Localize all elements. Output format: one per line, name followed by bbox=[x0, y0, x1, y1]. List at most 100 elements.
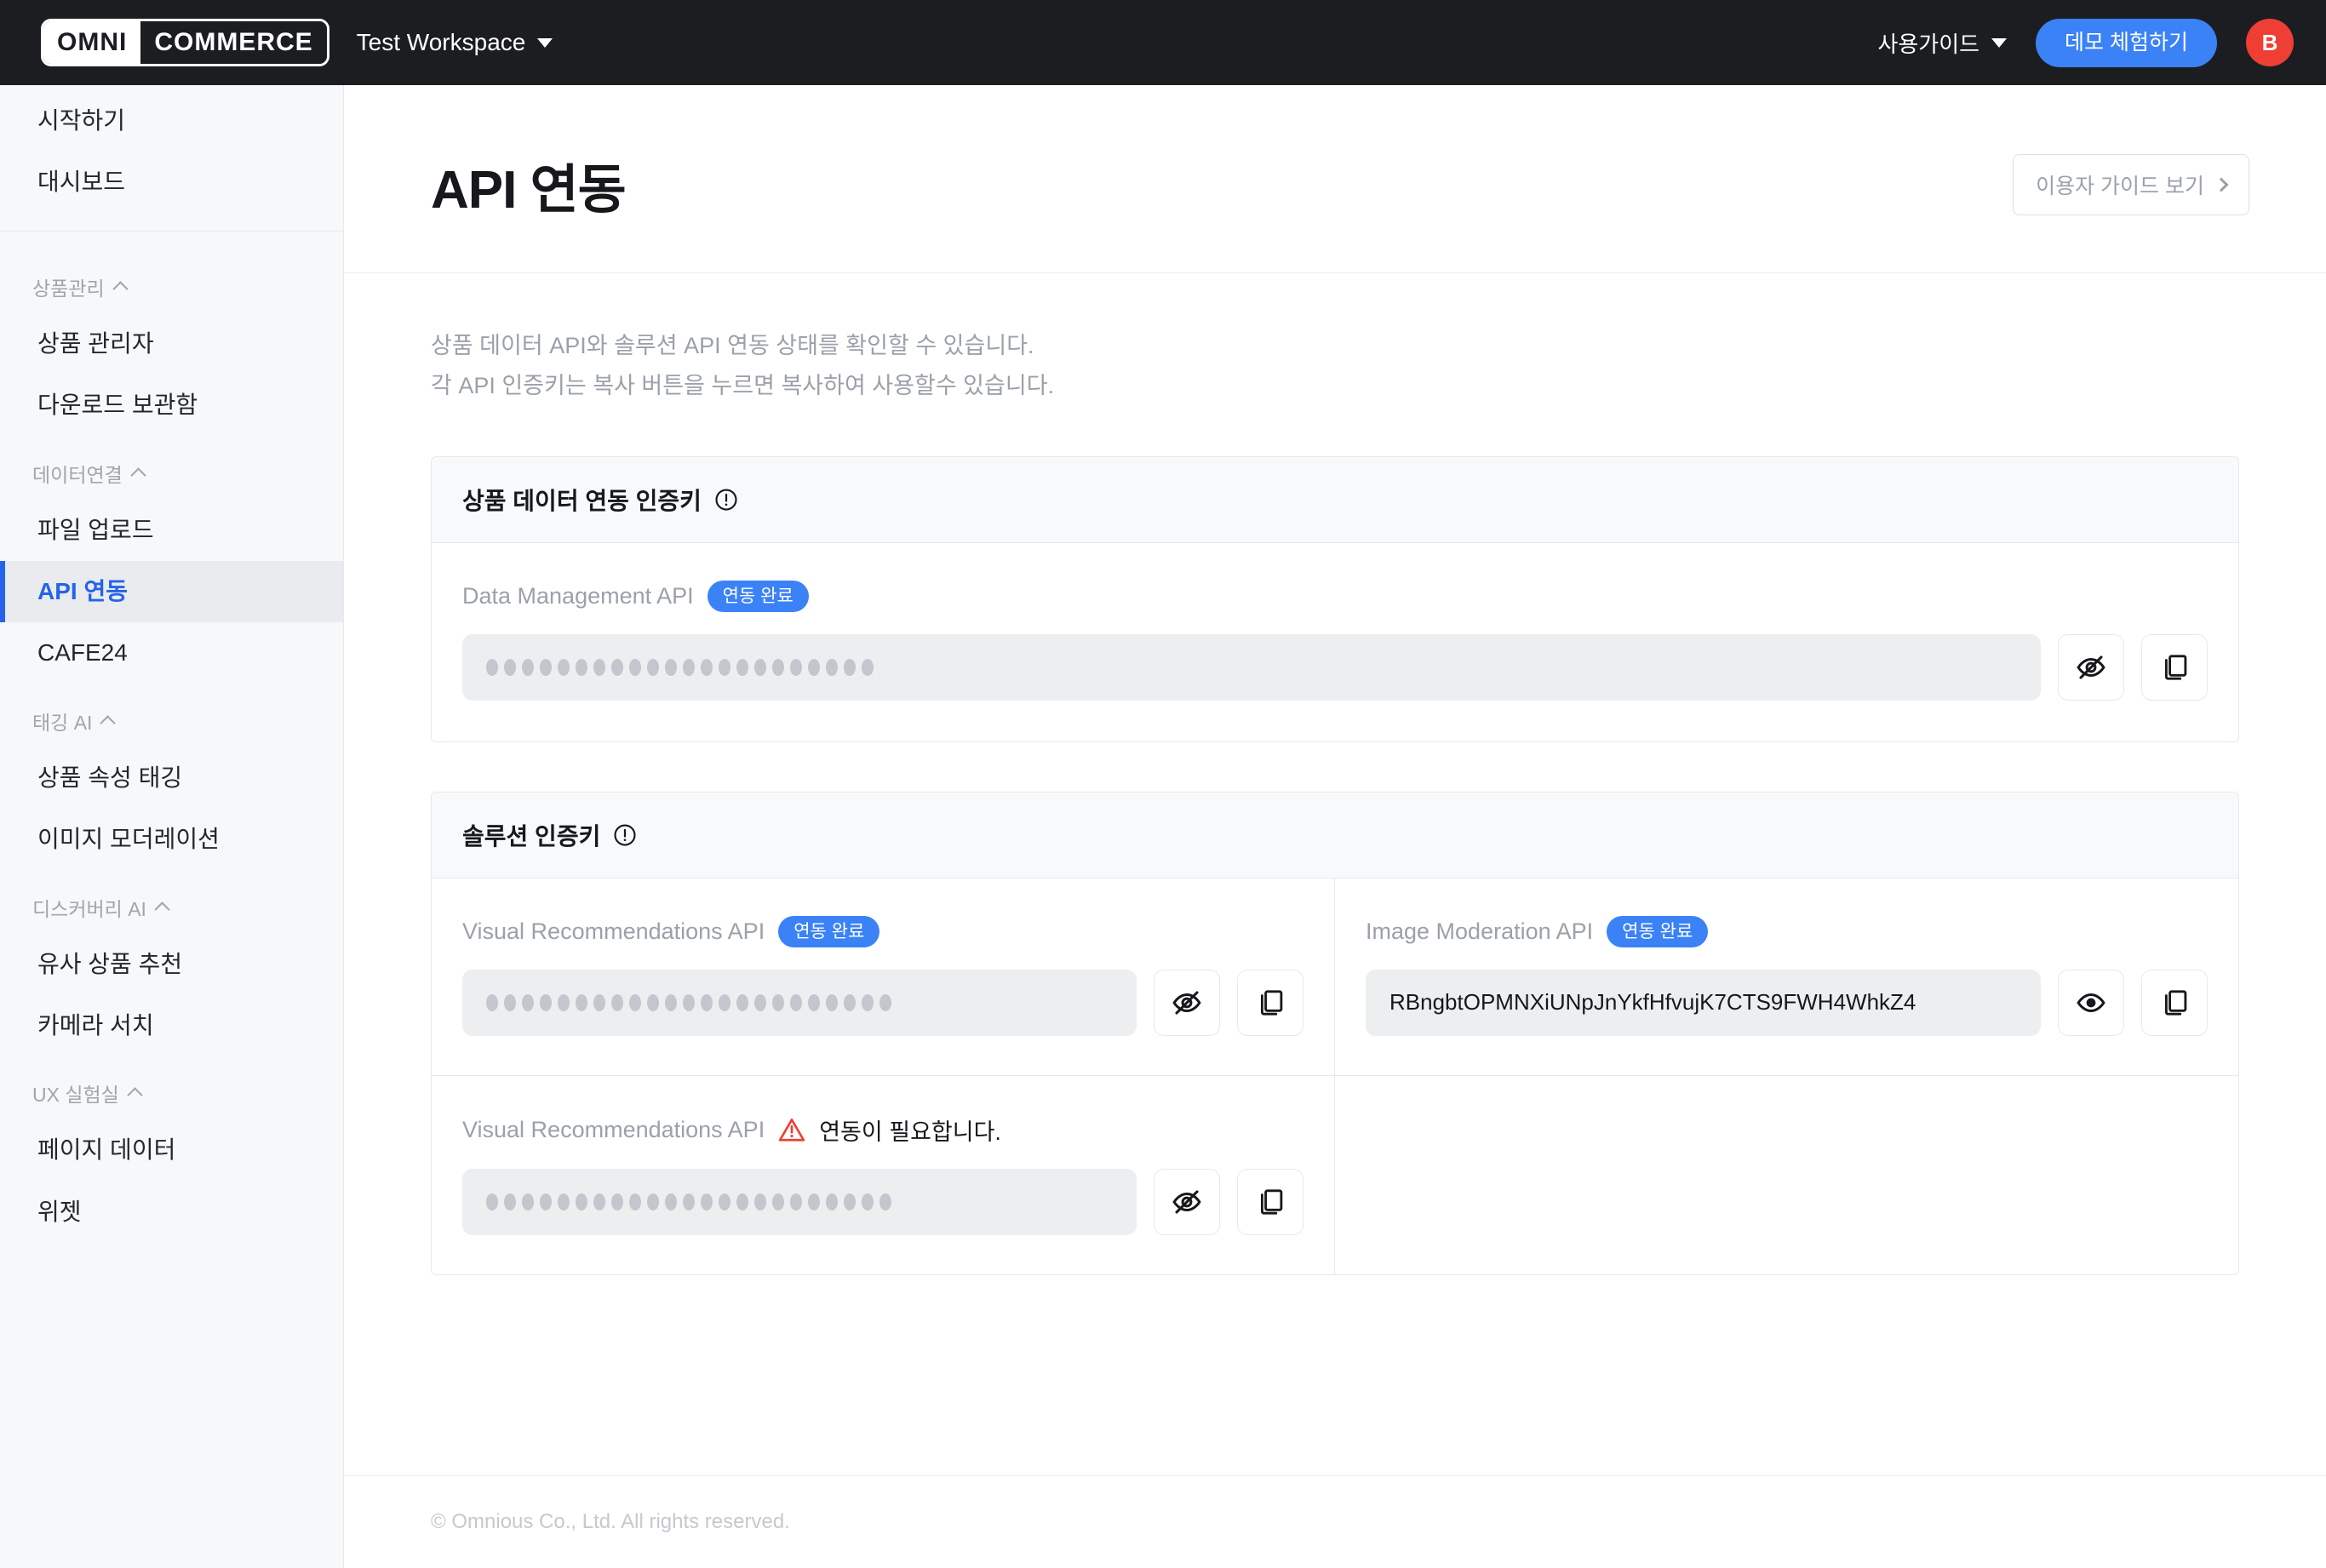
toggle-key-visibility-button[interactable] bbox=[2058, 969, 2124, 1036]
masked-dot bbox=[665, 993, 677, 1011]
masked-dot bbox=[486, 658, 498, 676]
masked-dot bbox=[486, 993, 498, 1011]
api-key-cell: Data Management API 연동 완료 bbox=[432, 543, 2238, 741]
masked-dot bbox=[629, 993, 641, 1011]
sidebar-group-header-data-connection[interactable]: 데이터연결 bbox=[0, 437, 343, 500]
sidebar-item-cafe24[interactable]: CAFE24 bbox=[0, 622, 343, 684]
api-key-field[interactable] bbox=[462, 969, 1137, 1036]
sidebar-item-file-upload[interactable]: 파일 업로드 bbox=[0, 500, 343, 561]
api-row-label: Data Management API 연동 완료 bbox=[462, 580, 2208, 612]
main-content: API 연동 이용자 가이드 보기 상품 데이터 API와 솔루션 API 연동… bbox=[344, 85, 2326, 1568]
masked-dot bbox=[647, 1193, 659, 1210]
api-key-field[interactable] bbox=[462, 1168, 1137, 1235]
masked-dot bbox=[719, 993, 730, 1011]
toggle-key-visibility-button[interactable] bbox=[1154, 969, 1220, 1036]
copy-key-button[interactable] bbox=[2141, 969, 2208, 1036]
app-root: OMNI COMMERCE Test Workspace 사용가이드 데모 체험… bbox=[0, 0, 2326, 1568]
sidebar-item-image-moderation[interactable]: 이미지 모더레이션 bbox=[0, 809, 343, 870]
status-badge: 연동 완료 bbox=[707, 580, 809, 612]
masked-dot bbox=[808, 1193, 820, 1210]
masked-dot bbox=[701, 993, 713, 1011]
brand-logo[interactable]: OMNI COMMERCE bbox=[41, 19, 329, 66]
masked-dot bbox=[736, 993, 748, 1011]
info-icon[interactable] bbox=[713, 487, 739, 512]
footer: © Omnious Co., Ltd. All rights reserved. bbox=[344, 1475, 2326, 1568]
info-icon[interactable] bbox=[612, 822, 638, 848]
page-description-line-2: 각 API 인증키는 복사 버튼을 누르면 복사하여 사용할수 있습니다. bbox=[431, 373, 1055, 399]
user-guide-link-button[interactable]: 이용자 가이드 보기 bbox=[2013, 154, 2249, 215]
api-key-value: RBngbtOPMNXiUNpJnYkfHfvujK7CTS9FWH4WhkZ4 bbox=[1389, 989, 1916, 1015]
sidebar-item-page-data[interactable]: 페이지 데이터 bbox=[0, 1119, 343, 1181]
sidebar-group-discovery-ai: 디스커버리 AI 유사 상품 추천 카메라 서치 bbox=[0, 871, 343, 1057]
masked-dot bbox=[522, 1193, 534, 1210]
sidebar-item-product-attribute-tagging[interactable]: 상품 속성 태깅 bbox=[0, 747, 343, 809]
masked-dot bbox=[736, 1193, 748, 1210]
chevron-down-icon bbox=[537, 37, 553, 48]
masked-dot bbox=[593, 993, 605, 1011]
masked-dot bbox=[754, 993, 766, 1011]
copy-key-button[interactable] bbox=[2141, 633, 2208, 701]
user-guide-menu[interactable]: 사용가이드 bbox=[1877, 27, 2008, 59]
masked-dot bbox=[826, 658, 838, 676]
solution-key-card: 솔루션 인증키 Visual Recommendations API 연동 완료… bbox=[431, 791, 2239, 1275]
brand-logo-omni: OMNI bbox=[43, 21, 141, 64]
status-badge: 연동 완료 bbox=[778, 915, 880, 947]
api-key-field[interactable]: RBngbtOPMNXiUNpJnYkfHfvujK7CTS9FWH4WhkZ4 bbox=[1366, 969, 2041, 1036]
masked-dot bbox=[629, 658, 641, 676]
masked-dot bbox=[504, 658, 516, 676]
masked-dot bbox=[576, 1193, 587, 1210]
page-header: API 연동 이용자 가이드 보기 bbox=[344, 85, 2326, 273]
sidebar-item-camera-search[interactable]: 카메라 서치 bbox=[0, 995, 343, 1056]
sidebar-group-header-product-management[interactable]: 상품관리 bbox=[0, 250, 343, 313]
masked-dot bbox=[790, 658, 802, 676]
masked-dot bbox=[808, 658, 820, 676]
copy-key-button[interactable] bbox=[1237, 1168, 1303, 1235]
sidebar-group-data-connection: 데이터연결 파일 업로드 API 연동 CAFE24 bbox=[0, 437, 343, 684]
sidebar-item-download-archive[interactable]: 다운로드 보관함 bbox=[0, 375, 343, 436]
api-row-label: Visual Recommendations API 연동이 필요합니다. bbox=[462, 1113, 1303, 1147]
sidebar-item-widget[interactable]: 위젯 bbox=[0, 1182, 343, 1243]
status-badge: 연동 완료 bbox=[1607, 915, 1709, 947]
toggle-key-visibility-button[interactable] bbox=[2058, 633, 2124, 701]
masked-key-dots bbox=[486, 1193, 891, 1210]
eye-off-icon bbox=[1172, 1189, 1201, 1214]
api-key-row bbox=[462, 633, 2208, 701]
workspace-name: Test Workspace bbox=[356, 29, 526, 55]
card-title: 솔루션 인증키 bbox=[462, 822, 601, 850]
sidebar-group-header-ux-lab[interactable]: UX 실험실 bbox=[0, 1056, 343, 1119]
sidebar-item-api-integration[interactable]: API 연동 bbox=[0, 560, 343, 623]
sidebar-item-getting-started[interactable]: 시작하기 bbox=[0, 90, 343, 152]
sidebar-item-product-manager[interactable]: 상품 관리자 bbox=[0, 313, 343, 375]
toggle-key-visibility-button[interactable] bbox=[1154, 1168, 1220, 1235]
sidebar-item-dashboard[interactable]: 대시보드 bbox=[0, 152, 343, 213]
masked-dot bbox=[808, 993, 820, 1011]
avatar[interactable]: B bbox=[2246, 19, 2294, 66]
demo-experience-button[interactable]: 데모 체험하기 bbox=[2036, 18, 2217, 67]
masked-dot bbox=[736, 658, 748, 676]
chevron-up-icon bbox=[130, 466, 146, 484]
masked-dot bbox=[719, 1193, 730, 1210]
copy-icon bbox=[1260, 1188, 1283, 1215]
card-header: 솔루션 인증키 bbox=[432, 792, 2238, 878]
masked-dot bbox=[629, 1193, 641, 1210]
top-navigation-bar: OMNI COMMERCE Test Workspace 사용가이드 데모 체험… bbox=[0, 0, 2326, 85]
sidebar-group-header-tagging-ai[interactable]: 태깅 AI bbox=[0, 684, 343, 747]
masked-dot bbox=[611, 658, 623, 676]
card-body: Data Management API 연동 완료 bbox=[432, 543, 2238, 741]
sidebar-item-similar-product-recommendation[interactable]: 유사 상품 추천 bbox=[0, 934, 343, 995]
eye-off-icon bbox=[1172, 990, 1201, 1015]
masked-dot bbox=[576, 993, 587, 1011]
workspace-selector[interactable]: Test Workspace bbox=[357, 29, 553, 56]
masked-dot bbox=[558, 993, 570, 1011]
card-header: 상품 데이터 연동 인증키 bbox=[432, 456, 2238, 543]
masked-dot bbox=[862, 658, 874, 676]
masked-dot bbox=[593, 1193, 605, 1210]
api-key-cell: Visual Recommendations API 연동이 필요합니다. bbox=[432, 1075, 1335, 1274]
masked-dot bbox=[540, 1193, 552, 1210]
copy-key-button[interactable] bbox=[1237, 969, 1303, 1036]
api-key-field[interactable] bbox=[462, 633, 2041, 701]
empty-cell bbox=[1335, 1076, 2238, 1274]
masked-dot bbox=[826, 1193, 838, 1210]
sidebar: 시작하기 대시보드 상품관리 상품 관리자 다운로드 보관함 데이터연결 파일 … bbox=[0, 85, 344, 1568]
sidebar-group-header-discovery-ai[interactable]: 디스커버리 AI bbox=[0, 871, 343, 934]
